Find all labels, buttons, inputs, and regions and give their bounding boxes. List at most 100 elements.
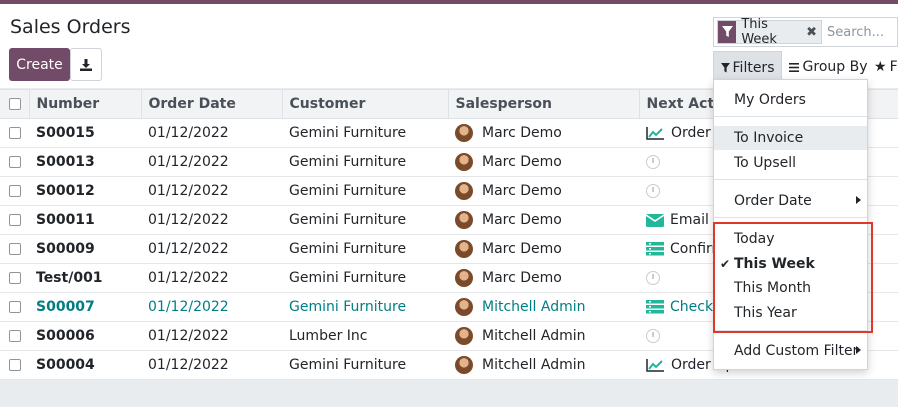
row-checkbox[interactable] (9, 185, 21, 197)
avatar (455, 327, 473, 345)
customer-name: Gemini Furniture (282, 263, 448, 293)
select-all-checkbox[interactable] (9, 98, 21, 110)
avatar (455, 356, 473, 374)
salesperson-name: Marc Demo (482, 241, 562, 257)
filter-this-month[interactable]: This Month (714, 276, 867, 300)
menu-item-label: Order Date (734, 193, 812, 209)
row-select-cell (0, 292, 29, 322)
salesperson-cell: Marc Demo (448, 176, 639, 206)
clock-icon[interactable] (646, 184, 660, 198)
search-input[interactable] (827, 24, 897, 40)
customer-name: Gemini Furniture (282, 350, 448, 380)
menu-divider (714, 179, 867, 180)
menu-divider (714, 217, 867, 218)
customer-name: Gemini Furniture (282, 176, 448, 206)
row-checkbox[interactable] (9, 214, 21, 226)
row-checkbox[interactable] (9, 359, 21, 371)
download-button[interactable] (70, 48, 102, 81)
column-header-order-date[interactable]: Order Date (140, 89, 282, 119)
order-date: 01/12/2022 (141, 176, 282, 206)
row-select-cell (0, 205, 29, 235)
order-number: S00009 (29, 234, 141, 264)
filter-this-week[interactable]: ✔ This Week (714, 252, 867, 276)
filter-icon (720, 62, 730, 72)
salesperson-name: Marc Demo (482, 212, 562, 228)
menu-item-label: This Week (734, 256, 815, 272)
activity-summary: Email (670, 212, 709, 228)
salesperson-name: Marc Demo (482, 183, 562, 199)
chart-icon[interactable] (646, 126, 665, 140)
row-checkbox[interactable] (9, 156, 21, 168)
filters-dropdown-menu: My Orders To Invoice To Upsell Order Dat… (713, 79, 868, 370)
salesperson-cell: Marc Demo (448, 205, 639, 235)
column-header-customer[interactable]: Customer (281, 89, 448, 119)
order-number: S00004 (29, 350, 141, 380)
salesperson-name: Mitchell Admin (482, 299, 586, 315)
order-number: S00006 (29, 321, 141, 351)
favorites-button[interactable]: ★ F (874, 51, 898, 83)
order-number: S00015 (29, 118, 141, 148)
remove-facet-icon[interactable]: ✖ (806, 25, 821, 40)
select-all-cell (0, 89, 29, 119)
search-facet-this-week[interactable]: This Week ✖ (717, 17, 822, 47)
control-panel: Sales Orders Create This Week ✖ Filters … (0, 4, 898, 88)
bars-icon (788, 62, 799, 72)
avatar (455, 269, 473, 287)
column-header-salesperson[interactable]: Salesperson (447, 89, 639, 119)
email-icon[interactable] (646, 213, 664, 227)
row-checkbox[interactable] (9, 272, 21, 284)
salesperson-cell: Mitchell Admin (448, 321, 639, 351)
customer-name: Gemini Furniture (282, 205, 448, 235)
salesperson-name: Marc Demo (482, 154, 562, 170)
order-number: S00013 (29, 147, 141, 177)
salesperson-name: Marc Demo (482, 125, 562, 141)
filter-to-invoice[interactable]: To Invoice (714, 126, 867, 150)
row-checkbox[interactable] (9, 243, 21, 255)
customer-name: Gemini Furniture (282, 234, 448, 264)
order-date: 01/12/2022 (141, 292, 282, 322)
row-select-cell (0, 147, 29, 177)
search-bar[interactable]: This Week ✖ (713, 17, 898, 47)
menu-item-label: To Invoice (734, 130, 804, 146)
filter-to-upsell[interactable]: To Upsell (714, 151, 867, 175)
customer-name: Gemini Furniture (282, 292, 448, 322)
clock-icon[interactable] (646, 155, 660, 169)
salesperson-name: Marc Demo (482, 270, 562, 286)
checkmark-icon: ✔ (720, 257, 731, 271)
filter-order-date[interactable]: Order Date (714, 189, 867, 213)
order-date: 01/12/2022 (141, 147, 282, 177)
salesperson-cell: Mitchell Admin (448, 292, 639, 322)
row-select-cell (0, 234, 29, 264)
row-select-cell (0, 321, 29, 351)
order-date: 01/12/2022 (141, 321, 282, 351)
tasks-icon[interactable] (646, 300, 664, 314)
filter-this-year[interactable]: This Year (714, 301, 867, 325)
column-header-number[interactable]: Number (28, 89, 141, 119)
row-checkbox[interactable] (9, 301, 21, 313)
menu-item-label: This Month (734, 280, 811, 296)
order-date: 01/12/2022 (141, 118, 282, 148)
order-date: 01/12/2022 (141, 205, 282, 235)
filter-icon (718, 21, 737, 43)
order-number: S00011 (29, 205, 141, 235)
create-button[interactable]: Create (9, 48, 70, 81)
salesperson-name: Mitchell Admin (482, 328, 586, 344)
star-icon: ★ (874, 59, 887, 75)
row-select-cell (0, 176, 29, 206)
clock-icon[interactable] (646, 329, 660, 343)
row-checkbox[interactable] (9, 127, 21, 139)
clock-icon[interactable] (646, 271, 660, 285)
customer-name: Gemini Furniture (282, 147, 448, 177)
filter-my-orders[interactable]: My Orders (714, 88, 867, 112)
filter-today[interactable]: Today (714, 227, 867, 251)
add-custom-filter[interactable]: Add Custom Filter (714, 339, 867, 363)
filters-label: Filters (732, 59, 775, 76)
salesperson-cell: Marc Demo (448, 147, 639, 177)
chart-icon[interactable] (646, 358, 665, 372)
order-number: Test/001 (29, 263, 141, 293)
menu-divider (714, 330, 867, 331)
row-checkbox[interactable] (9, 330, 21, 342)
tasks-icon[interactable] (646, 242, 664, 256)
facet-value: This Week (741, 17, 777, 47)
caret-right-icon (856, 346, 861, 354)
